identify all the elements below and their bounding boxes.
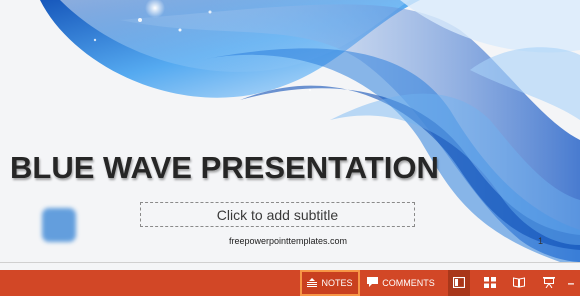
zoom-out-label: – <box>567 276 575 290</box>
slideshow-icon <box>543 276 555 290</box>
blue-wave-background <box>0 0 580 270</box>
slideshow-button[interactable] <box>538 270 560 296</box>
slide-sorter-icon <box>484 276 496 290</box>
comment-icon <box>367 277 379 289</box>
normal-view-button[interactable] <box>448 270 470 296</box>
notes-icon <box>307 277 318 289</box>
subtitle-placeholder[interactable]: Click to add subtitle <box>140 202 415 227</box>
slide-canvas[interactable]: BLUE WAVE PRESENTATION Click to add subt… <box>0 0 580 270</box>
reading-view-button[interactable] <box>508 270 530 296</box>
normal-view-icon <box>452 276 466 290</box>
slide-title[interactable]: BLUE WAVE PRESENTATION <box>10 150 450 186</box>
notes-label: NOTES <box>321 278 353 288</box>
zoom-out-button[interactable]: – <box>564 270 578 296</box>
comments-label: COMMENTS <box>382 278 435 288</box>
comments-button[interactable]: COMMENTS <box>362 270 440 296</box>
slide-divider <box>0 262 580 263</box>
status-bar: NOTES COMMENTS – <box>0 270 580 296</box>
subtitle-placeholder-text: Click to add subtitle <box>216 206 339 223</box>
blurred-logo-placeholder <box>42 208 76 242</box>
notes-button[interactable]: NOTES <box>300 270 360 296</box>
slide-footer: freepowerpointtemplates.com <box>229 236 348 246</box>
reading-view-icon <box>513 276 525 290</box>
slide-number: 1 <box>538 236 544 246</box>
slide-sorter-button[interactable] <box>479 270 501 296</box>
